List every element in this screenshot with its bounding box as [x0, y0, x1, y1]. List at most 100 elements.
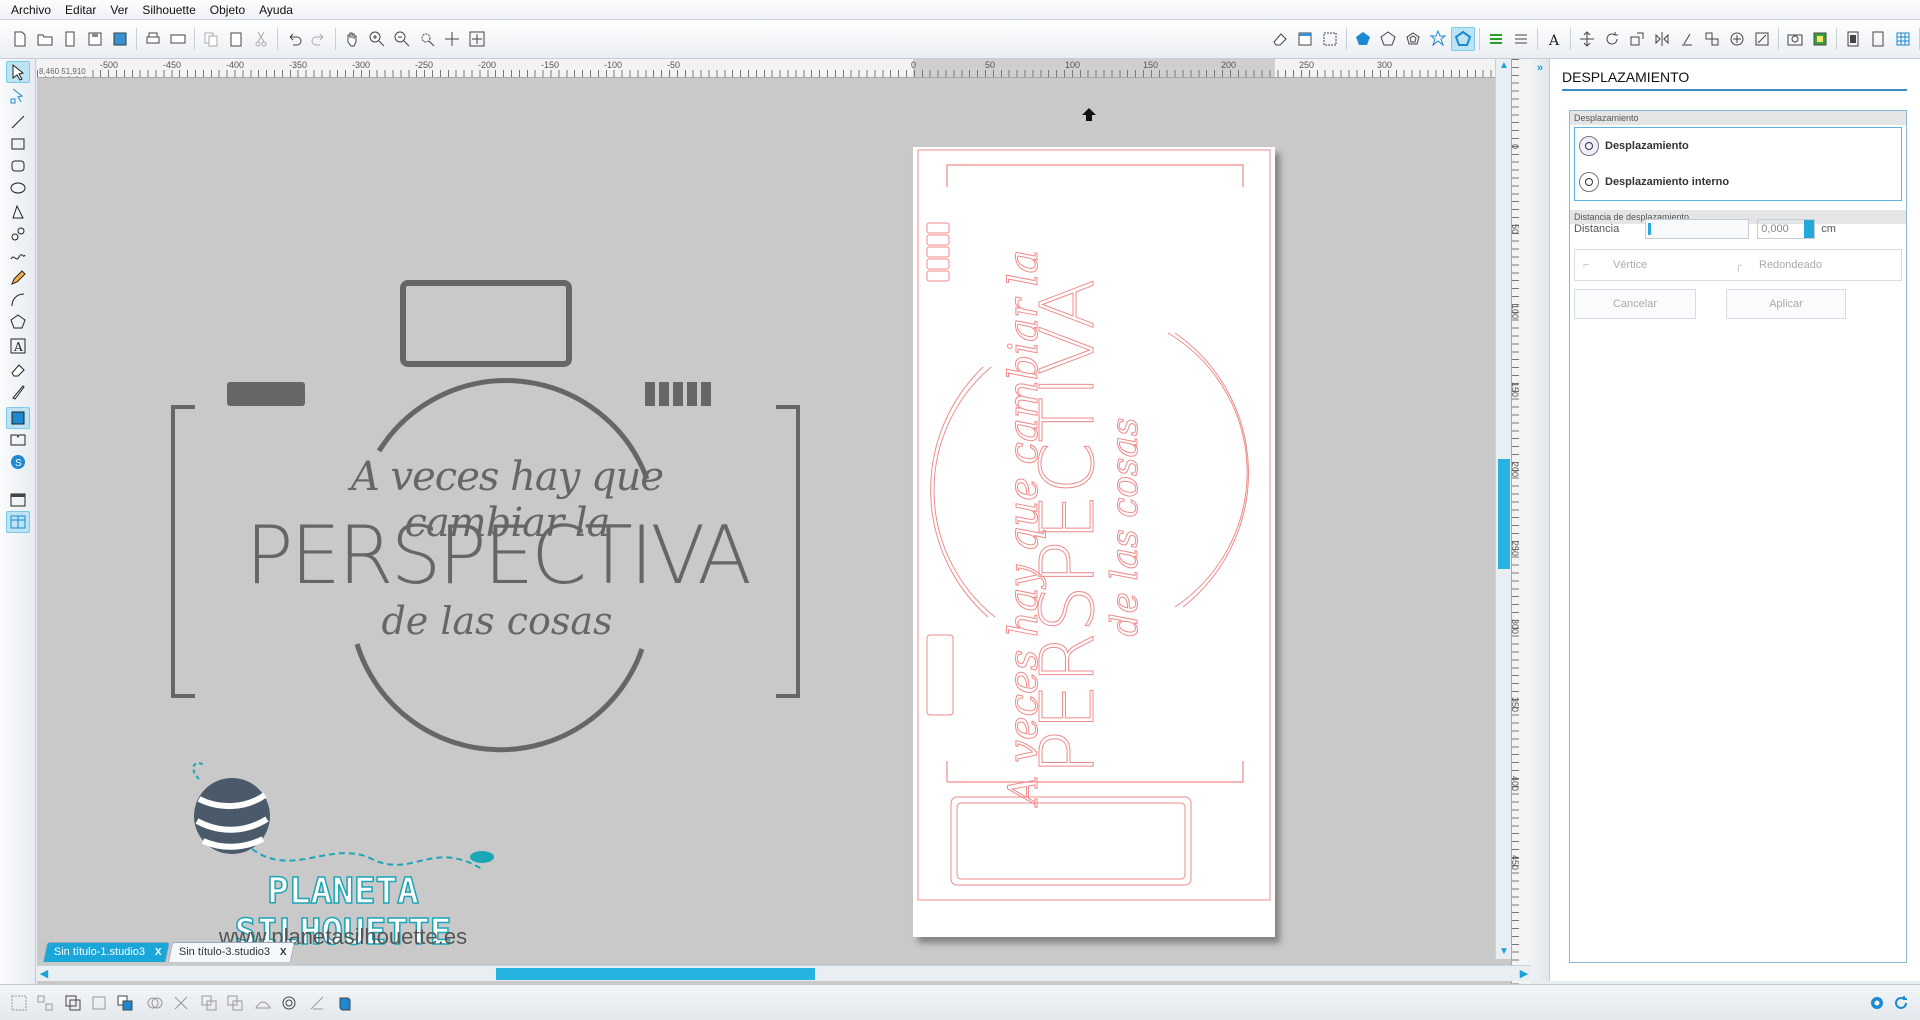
- new-file-icon[interactable]: [8, 27, 32, 51]
- save-library-icon[interactable]: [108, 27, 132, 51]
- tab-document-1[interactable]: Sin título-1.studio3 X: [42, 942, 171, 962]
- distance-spinner[interactable]: [1804, 220, 1815, 238]
- vertical-scrollbar[interactable]: ▲ ▼: [1495, 59, 1511, 959]
- transform-icon[interactable]: [1575, 27, 1599, 51]
- bring-to-front-icon[interactable]: [114, 992, 136, 1014]
- ellipse-tool-icon[interactable]: [6, 177, 30, 199]
- distance-slider[interactable]: [1645, 219, 1750, 239]
- regular-polygon-tool-icon[interactable]: [6, 311, 30, 333]
- sync-icon[interactable]: [1890, 992, 1912, 1014]
- page-view-icon[interactable]: [1866, 27, 1890, 51]
- fill-pattern-icon[interactable]: [1426, 27, 1450, 51]
- line-weight-icon[interactable]: [1509, 27, 1533, 51]
- library-view-icon[interactable]: [1808, 27, 1832, 51]
- zoom-in-icon[interactable]: [365, 27, 389, 51]
- tab-document-3[interactable]: Sin título-3.studio3 X: [167, 942, 296, 962]
- corner-vertex-option[interactable]: Vértice: [1613, 259, 1647, 271]
- arc-tool-icon[interactable]: [6, 289, 30, 311]
- rotate-icon[interactable]: [1600, 27, 1624, 51]
- distance-input[interactable]: 0,000: [1757, 219, 1816, 239]
- shear-icon[interactable]: [1675, 27, 1699, 51]
- weld-icon[interactable]: [144, 992, 166, 1014]
- design-view-icon[interactable]: [6, 489, 30, 511]
- zoom-drag-icon[interactable]: [440, 27, 464, 51]
- knife-quick-icon[interactable]: [306, 992, 328, 1014]
- offset-shape-icon[interactable]: [1451, 27, 1475, 51]
- save-icon[interactable]: [83, 27, 107, 51]
- inner-offset-option[interactable]: Desplazamiento interno: [1579, 172, 1729, 192]
- library-icon[interactable]: [58, 27, 82, 51]
- scroll-left-icon[interactable]: ◀: [37, 967, 51, 981]
- group-icon[interactable]: [8, 992, 30, 1014]
- trace-icon[interactable]: [1750, 27, 1774, 51]
- design-store-icon[interactable]: [1783, 27, 1807, 51]
- knife-tool-icon[interactable]: [6, 381, 30, 403]
- undo-icon[interactable]: [282, 27, 306, 51]
- fill-color-icon[interactable]: [1351, 27, 1375, 51]
- vertical-scroll-thumb[interactable]: [1498, 459, 1510, 569]
- panel-collapse-strip[interactable]: »: [1531, 59, 1549, 981]
- library-panel-icon[interactable]: [6, 429, 30, 451]
- freehand-tool-icon[interactable]: [6, 245, 30, 267]
- layers-icon[interactable]: [334, 992, 356, 1014]
- panel-collapse-icon[interactable]: »: [1533, 61, 1547, 75]
- offset-quick-icon[interactable]: [278, 992, 300, 1014]
- menu-ver[interactable]: Ver: [103, 0, 135, 20]
- scroll-down-icon[interactable]: ▼: [1496, 945, 1512, 959]
- cut-settings-icon[interactable]: [1484, 27, 1508, 51]
- modify-icon[interactable]: [1725, 27, 1749, 51]
- paste-icon[interactable]: [224, 27, 248, 51]
- cancel-button[interactable]: Cancelar: [1574, 289, 1696, 319]
- open-file-icon[interactable]: [33, 27, 57, 51]
- store-panel-icon[interactable]: S: [6, 451, 30, 473]
- close-tab-icon[interactable]: X: [280, 943, 287, 962]
- fill-panel-icon[interactable]: [6, 407, 30, 429]
- horizontal-scroll-thumb[interactable]: [496, 968, 815, 980]
- delete-icon[interactable]: [170, 992, 192, 1014]
- send-panel-icon[interactable]: [1841, 27, 1865, 51]
- replicate-icon[interactable]: [1700, 27, 1724, 51]
- mirror-icon[interactable]: [1650, 27, 1674, 51]
- menu-objeto[interactable]: Objeto: [203, 0, 252, 20]
- line-tool-icon[interactable]: [6, 111, 30, 133]
- horizontal-scrollbar[interactable]: ◀ ▶: [37, 965, 1531, 981]
- scroll-up-icon[interactable]: ▲: [1496, 59, 1512, 73]
- select-tool-icon[interactable]: [6, 61, 30, 83]
- close-tab-icon[interactable]: X: [155, 943, 162, 962]
- print-icon[interactable]: [141, 27, 165, 51]
- menu-archivo[interactable]: Archivo: [4, 0, 58, 20]
- pan-hand-icon[interactable]: [340, 27, 364, 51]
- apply-button[interactable]: Aplicar: [1726, 289, 1846, 319]
- release-compound-path-icon[interactable]: [88, 992, 110, 1014]
- edit-points-icon[interactable]: [6, 85, 30, 107]
- redo-icon[interactable]: [307, 27, 331, 51]
- curve-tool-icon[interactable]: [6, 223, 30, 245]
- grid-view-icon[interactable]: [1891, 27, 1915, 51]
- zoom-select-icon[interactable]: [415, 27, 439, 51]
- line-style-icon[interactable]: [1401, 27, 1425, 51]
- settings-gear-icon[interactable]: [1866, 992, 1888, 1014]
- menu-ayuda[interactable]: Ayuda: [252, 0, 300, 20]
- copy-icon[interactable]: [199, 27, 223, 51]
- shape-tools-icon[interactable]: [252, 992, 274, 1014]
- scroll-right-icon[interactable]: ▶: [1517, 967, 1531, 981]
- eraser-tool-icon[interactable]: [6, 359, 30, 381]
- page-settings-icon[interactable]: [1293, 27, 1317, 51]
- rectangle-tool-icon[interactable]: [6, 133, 30, 155]
- rounded-rectangle-tool-icon[interactable]: [6, 155, 30, 177]
- fit-to-window-icon[interactable]: [465, 27, 489, 51]
- zoom-out-icon[interactable]: [390, 27, 414, 51]
- duplicate-icon[interactable]: [198, 992, 220, 1014]
- camera-quote-design[interactable]: A veces hay que cambiar la PERSPECTIVA d…: [157, 149, 877, 969]
- menu-silhouette[interactable]: Silhouette: [135, 0, 202, 20]
- cutting-mat-page[interactable]: PERSPECTIVA A veces hay que cambiar la d…: [913, 147, 1275, 937]
- text-tool-icon[interactable]: A: [6, 335, 30, 357]
- offset-option[interactable]: Desplazamiento: [1579, 136, 1689, 156]
- eraser-icon[interactable]: [1268, 27, 1292, 51]
- split-view-icon[interactable]: [6, 511, 30, 533]
- menu-editar[interactable]: Editar: [58, 0, 103, 20]
- send-to-cutter-icon[interactable]: [166, 27, 190, 51]
- pencil-tool-icon[interactable]: [6, 267, 30, 289]
- text-style-icon[interactable]: A: [1542, 27, 1566, 51]
- send-to-back-icon[interactable]: [224, 992, 246, 1014]
